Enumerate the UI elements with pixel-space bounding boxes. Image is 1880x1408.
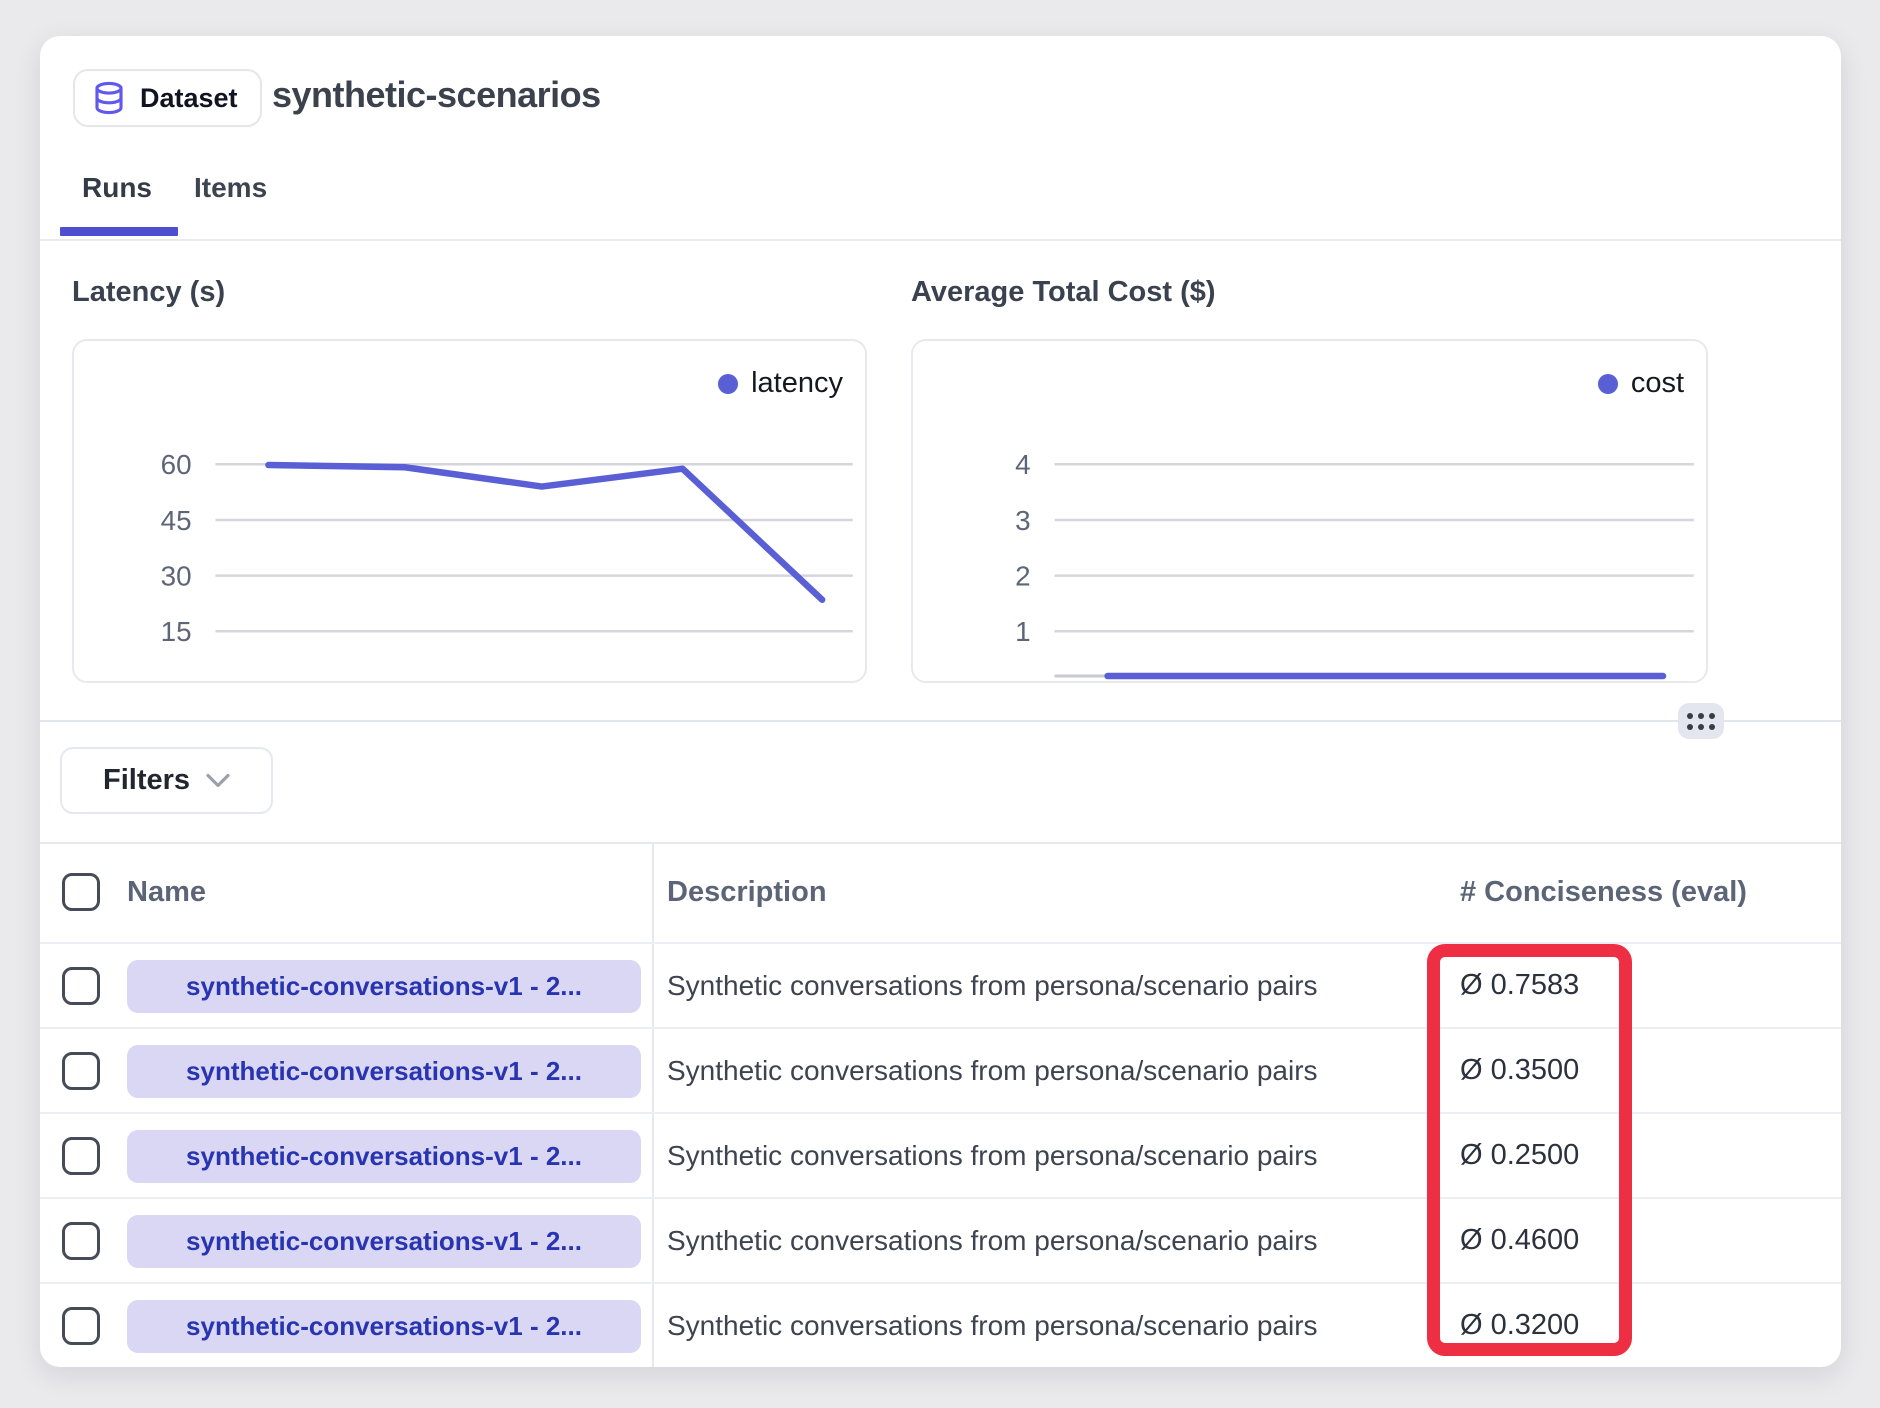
cost-line-plot: 4 3 2 1 bbox=[913, 341, 1706, 681]
grip-dots-icon bbox=[1687, 713, 1715, 730]
database-icon bbox=[91, 78, 127, 118]
run-description: Synthetic conversations from persona/sce… bbox=[667, 1029, 1318, 1112]
tab-runs[interactable]: Runs bbox=[82, 172, 152, 204]
legend-label: latency bbox=[751, 367, 843, 400]
run-name-link[interactable]: synthetic-conversations-v1 - 2... bbox=[127, 1300, 641, 1353]
latency-chart[interactable]: 60 45 30 15 latency bbox=[72, 339, 867, 683]
run-name-link[interactable]: synthetic-conversations-v1 - 2... bbox=[127, 960, 641, 1013]
cost-chart-title: Average Total Cost ($) bbox=[911, 276, 1216, 309]
filters-button[interactable]: Filters bbox=[60, 747, 273, 814]
tab-bar: Runs Items bbox=[82, 172, 267, 204]
run-description: Synthetic conversations from persona/sce… bbox=[667, 1199, 1318, 1282]
legend-label: cost bbox=[1631, 367, 1684, 400]
table-row: synthetic-conversations-v1 - 2... Synthe… bbox=[40, 942, 1841, 1027]
row-checkbox[interactable] bbox=[62, 967, 100, 1005]
latency-chart-title: Latency (s) bbox=[72, 276, 225, 309]
svg-text:1: 1 bbox=[1015, 616, 1030, 647]
active-tab-indicator bbox=[60, 227, 178, 236]
run-conciseness-value: Ø 0.3500 bbox=[1460, 1029, 1579, 1112]
cost-chart[interactable]: 4 3 2 1 cost bbox=[911, 339, 1708, 683]
charts-section-divider bbox=[40, 720, 1841, 722]
run-name-link[interactable]: synthetic-conversations-v1 - 2... bbox=[127, 1045, 641, 1098]
tabstrip-divider bbox=[40, 239, 1841, 241]
run-conciseness-value: Ø 0.7583 bbox=[1460, 944, 1579, 1027]
svg-text:4: 4 bbox=[1015, 449, 1030, 480]
run-name-link[interactable]: synthetic-conversations-v1 - 2... bbox=[127, 1215, 641, 1268]
table-header-row: Name Description # Conciseness (eval) bbox=[40, 842, 1841, 942]
row-checkbox[interactable] bbox=[62, 1222, 100, 1260]
table-body: synthetic-conversations-v1 - 2... Synthe… bbox=[40, 942, 1841, 1367]
column-header-conciseness[interactable]: # Conciseness (eval) bbox=[1460, 876, 1747, 909]
page-title: synthetic-scenarios bbox=[272, 74, 601, 116]
row-checkbox[interactable] bbox=[62, 1052, 100, 1090]
run-name-link[interactable]: synthetic-conversations-v1 - 2... bbox=[127, 1130, 641, 1183]
svg-text:45: 45 bbox=[161, 505, 192, 536]
latency-legend: latency bbox=[718, 367, 843, 400]
svg-text:15: 15 bbox=[161, 616, 192, 647]
dataset-type-badge: Dataset bbox=[73, 69, 262, 127]
tab-items[interactable]: Items bbox=[194, 172, 267, 204]
svg-text:30: 30 bbox=[161, 561, 192, 592]
run-conciseness-value: Ø 0.2500 bbox=[1460, 1114, 1579, 1197]
run-conciseness-value: Ø 0.4600 bbox=[1460, 1199, 1579, 1282]
table-row: synthetic-conversations-v1 - 2... Synthe… bbox=[40, 1282, 1841, 1367]
chevron-down-icon bbox=[206, 773, 230, 788]
svg-text:2: 2 bbox=[1015, 561, 1030, 592]
svg-text:3: 3 bbox=[1015, 505, 1030, 536]
badge-label: Dataset bbox=[140, 83, 238, 114]
run-conciseness-value: Ø 0.3200 bbox=[1460, 1284, 1579, 1367]
run-description: Synthetic conversations from persona/sce… bbox=[667, 1114, 1318, 1197]
resize-grip-handle[interactable] bbox=[1678, 703, 1724, 739]
table-row: synthetic-conversations-v1 - 2... Synthe… bbox=[40, 1112, 1841, 1197]
column-header-description[interactable]: Description bbox=[667, 876, 827, 909]
filters-button-label: Filters bbox=[103, 764, 190, 797]
run-description: Synthetic conversations from persona/sce… bbox=[667, 944, 1318, 1027]
row-checkbox[interactable] bbox=[62, 1307, 100, 1345]
select-all-checkbox[interactable] bbox=[62, 873, 100, 911]
column-header-name[interactable]: Name bbox=[127, 876, 206, 909]
svg-text:60: 60 bbox=[161, 449, 192, 480]
run-description: Synthetic conversations from persona/sce… bbox=[667, 1284, 1318, 1367]
table-row: synthetic-conversations-v1 - 2... Synthe… bbox=[40, 1027, 1841, 1112]
legend-dot-icon bbox=[718, 374, 738, 394]
app-screenshot: { "colors": { "accent": "#5a5fd6", "tab_… bbox=[0, 0, 1880, 1408]
table-row: synthetic-conversations-v1 - 2... Synthe… bbox=[40, 1197, 1841, 1282]
dataset-page-card: Dataset synthetic-scenarios Runs Items L… bbox=[40, 36, 1841, 1367]
row-checkbox[interactable] bbox=[62, 1137, 100, 1175]
cost-legend: cost bbox=[1598, 367, 1684, 400]
legend-dot-icon bbox=[1598, 374, 1618, 394]
